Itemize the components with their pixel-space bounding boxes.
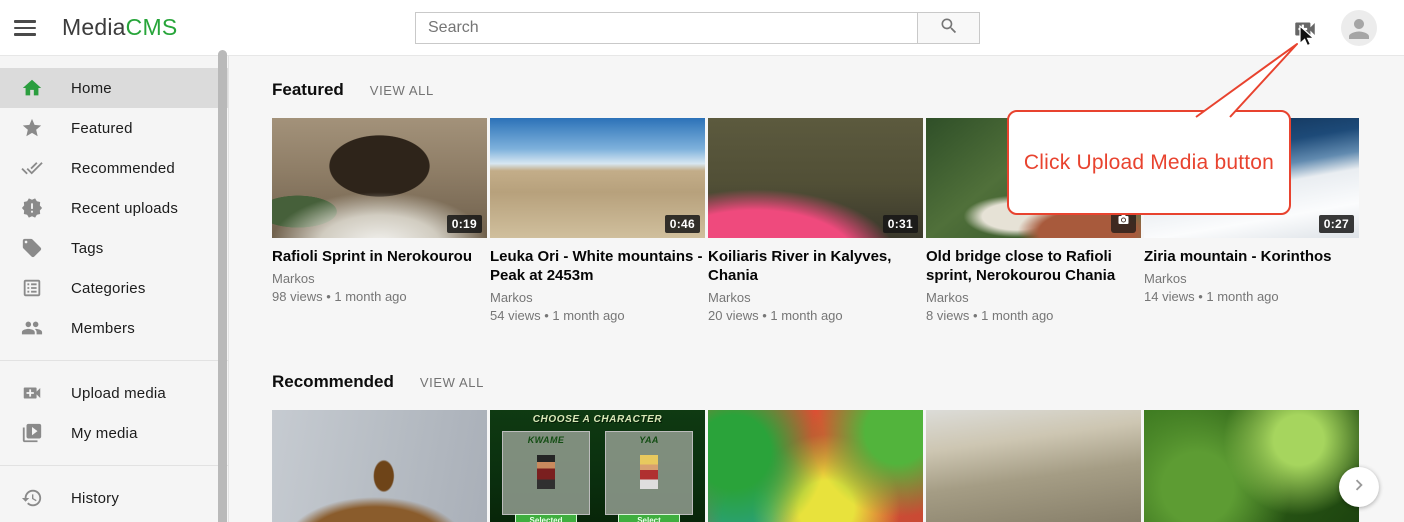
sidebar-item-my-media[interactable]: My media	[0, 413, 228, 453]
media-title[interactable]: Koiliaris River in Kalyves, Chania	[708, 247, 923, 285]
game-character-sprite	[640, 455, 658, 489]
search-icon	[939, 16, 959, 41]
media-meta: 14 views • 1 month ago	[1144, 289, 1359, 304]
annotation-callout: Click Upload Media button	[1007, 110, 1291, 215]
duration-badge: 0:46	[665, 215, 700, 233]
sidebar-item-recent-uploads[interactable]: Recent uploads	[0, 188, 228, 228]
home-icon	[20, 76, 44, 100]
user-avatar[interactable]	[1341, 10, 1377, 46]
mediacms-page: MediaCMS Home F	[0, 0, 1404, 522]
sidebar-item-upload-media[interactable]: Upload media	[0, 373, 228, 413]
recommended-view-all-link[interactable]: VIEW ALL	[420, 375, 484, 390]
media-title[interactable]: Rafioli Sprint in Nerokourou	[272, 247, 487, 266]
media-meta: 8 views • 1 month ago	[926, 308, 1141, 323]
sidebar-divider	[0, 465, 228, 466]
sidebar-item-recommended[interactable]: Recommended	[0, 148, 228, 188]
media-author[interactable]: Markos	[1144, 271, 1359, 286]
logo-cms: CMS	[126, 14, 178, 40]
sidebar-divider	[0, 360, 228, 361]
media-thumbnail[interactable]: 0:46	[490, 118, 705, 238]
media-thumbnail[interactable]: 0:19	[272, 118, 487, 238]
annotation-text: Click Upload Media button	[1024, 151, 1274, 175]
mouse-cursor-icon	[1297, 25, 1316, 49]
sidebar-item-label: Tags	[71, 240, 104, 257]
media-thumbnail[interactable]	[708, 410, 923, 522]
logo-media: Media	[62, 14, 126, 40]
section-title-featured: Featured	[272, 80, 344, 100]
game-heading-text: CHOOSE A CHARACTER	[490, 414, 705, 425]
sidebar-item-label: Upload media	[71, 385, 166, 402]
duration-badge: 0:19	[447, 215, 482, 233]
sidebar-item-tags[interactable]: Tags	[0, 228, 228, 268]
media-meta: 98 views • 1 month ago	[272, 289, 487, 304]
chevron-right-icon	[1348, 474, 1370, 501]
sidebar-item-label: Members	[71, 320, 135, 337]
game-panel: KWAME	[502, 431, 590, 515]
sidebar-item-label: Featured	[71, 120, 133, 137]
sidebar-item-label: Recommended	[71, 160, 175, 177]
members-icon	[20, 316, 44, 340]
game-select-button: Select	[618, 514, 680, 522]
game-selected-button: Selected	[515, 514, 577, 522]
media-author[interactable]: Markos	[272, 271, 487, 286]
media-title[interactable]: Ziria mountain - Korinthos	[1144, 247, 1359, 266]
sidebar-item-history[interactable]: History	[0, 478, 228, 518]
media-card[interactable]: CHOOSE A CHARACTER KWAME YAA Selected Se…	[490, 410, 705, 522]
media-card[interactable]	[708, 410, 923, 522]
annotation-pointer	[1150, 36, 1310, 120]
section-title-recommended: Recommended	[272, 372, 394, 392]
media-thumbnail[interactable]: CHOOSE A CHARACTER KWAME YAA Selected Se…	[490, 410, 705, 522]
done-all-icon	[20, 156, 44, 180]
sidebar-item-label: Recent uploads	[71, 200, 178, 217]
duration-badge: 0:31	[883, 215, 918, 233]
media-card[interactable]: 0:19 Rafioli Sprint in Nerokourou Markos…	[272, 118, 487, 323]
media-thumbnail[interactable]: 0:31	[708, 118, 923, 238]
sidebar-scrollbar[interactable]	[218, 50, 227, 522]
history-icon	[20, 486, 44, 510]
game-character-sprite	[537, 455, 555, 489]
media-thumbnail[interactable]	[1144, 410, 1359, 522]
game-character-name: YAA	[606, 435, 692, 445]
media-thumbnail[interactable]	[272, 410, 487, 522]
search-input[interactable]	[415, 12, 917, 44]
media-card[interactable]	[1144, 410, 1359, 522]
logo[interactable]: MediaCMS	[62, 14, 177, 41]
sidebar-item-members[interactable]: Members	[0, 308, 228, 348]
media-meta: 20 views • 1 month ago	[708, 308, 923, 323]
recommended-section: Recommended VIEW ALL CHOOSE A CHARACTER …	[272, 372, 1359, 522]
media-meta: 54 views • 1 month ago	[490, 308, 705, 323]
new-releases-icon	[20, 196, 44, 220]
search-button[interactable]	[917, 12, 980, 44]
media-card[interactable]	[272, 410, 487, 522]
categories-icon	[20, 276, 44, 300]
media-card[interactable]: 0:46 Leuka Ori - White mountains - Peak …	[490, 118, 705, 323]
media-author[interactable]: Markos	[926, 290, 1141, 305]
star-icon	[20, 116, 44, 140]
sidebar-item-label: My media	[71, 425, 138, 442]
game-panel: YAA	[605, 431, 693, 515]
game-character-name: KWAME	[503, 435, 589, 445]
sidebar-item-home[interactable]: Home	[0, 68, 228, 108]
featured-view-all-link[interactable]: VIEW ALL	[370, 83, 434, 98]
media-author[interactable]: Markos	[708, 290, 923, 305]
search-bar	[415, 12, 980, 44]
carousel-next-button[interactable]	[1339, 467, 1379, 507]
upload-media-icon	[20, 381, 44, 405]
media-card[interactable]	[926, 410, 1141, 522]
media-thumbnail[interactable]	[926, 410, 1141, 522]
sidebar-item-featured[interactable]: Featured	[0, 108, 228, 148]
sidebar-item-label: Home	[71, 80, 112, 97]
sidebar-item-categories[interactable]: Categories	[0, 268, 228, 308]
tag-icon	[20, 236, 44, 260]
media-card[interactable]: 0:31 Koiliaris River in Kalyves, Chania …	[708, 118, 923, 323]
media-title[interactable]: Old bridge close to Rafioli sprint, Nero…	[926, 247, 1141, 285]
duration-badge: 0:27	[1319, 215, 1354, 233]
media-author[interactable]: Markos	[490, 290, 705, 305]
video-library-icon	[20, 421, 44, 445]
sidebar-item-label: Categories	[71, 280, 146, 297]
media-title[interactable]: Leuka Ori - White mountains - Peak at 24…	[490, 247, 705, 285]
menu-icon[interactable]	[14, 17, 40, 39]
sidebar-item-label: History	[71, 490, 119, 507]
sidebar: Home Featured Recommended Recent uploads…	[0, 56, 229, 522]
